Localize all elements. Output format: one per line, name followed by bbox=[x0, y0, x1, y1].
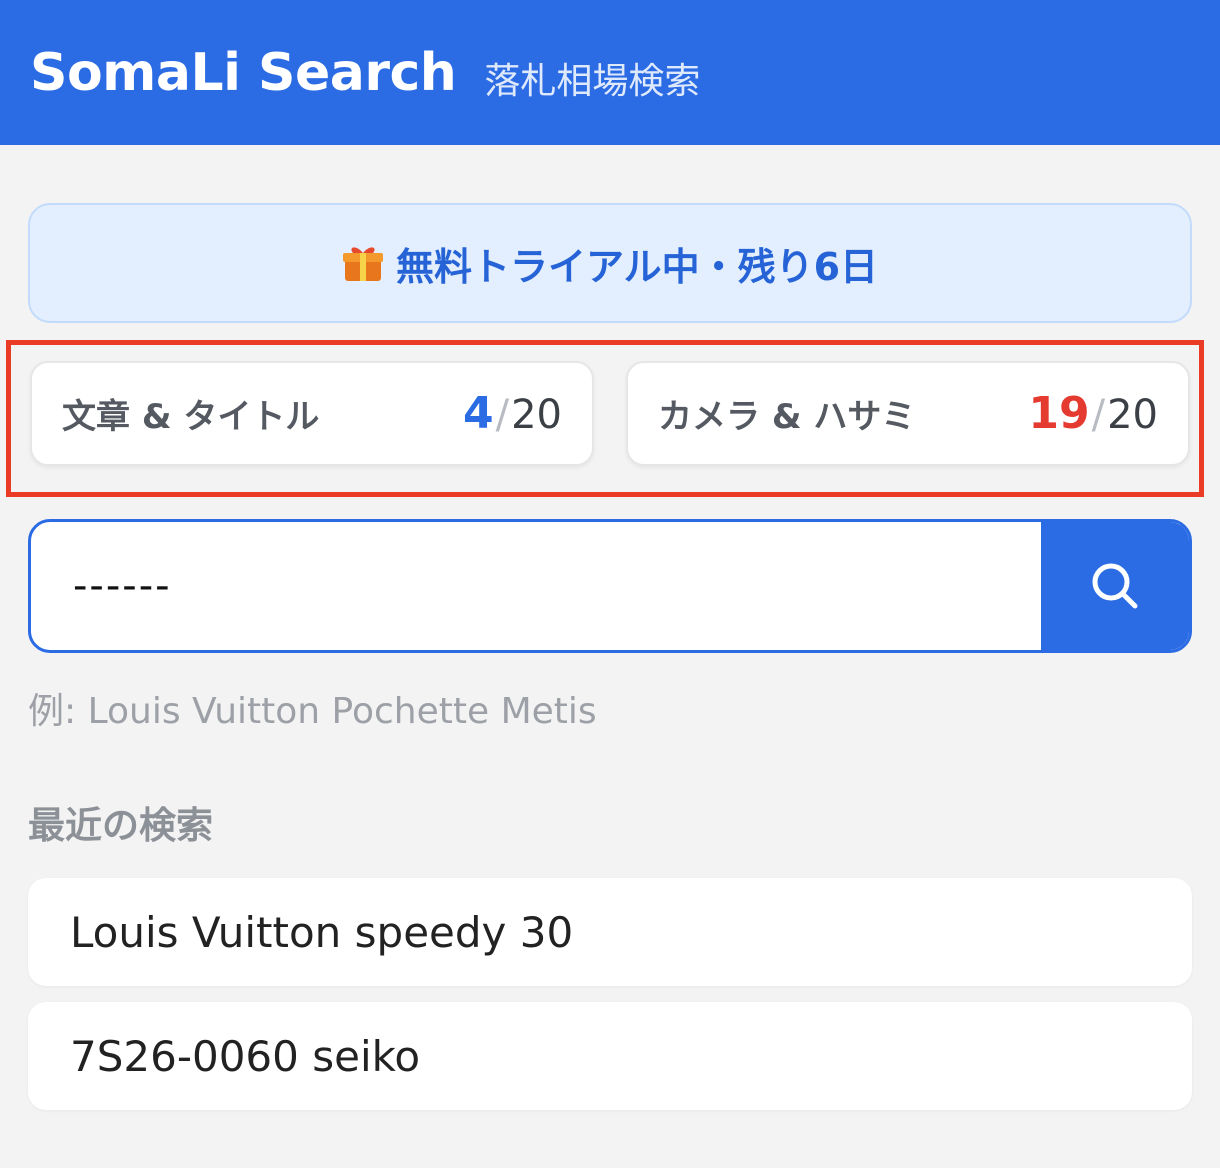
search-icon bbox=[1092, 563, 1138, 609]
app-title: SomaLi Search bbox=[30, 42, 457, 103]
app-header: SomaLi Search 落札相場検索 bbox=[0, 0, 1220, 145]
trial-status-text: 無料トライアル中・残り6日 bbox=[395, 244, 879, 289]
quota-count: 19 / 20 bbox=[1028, 388, 1158, 439]
app-subtitle: 落札相場検索 bbox=[484, 60, 701, 102]
quota-separator: / bbox=[495, 392, 510, 438]
quota-label: 文章 & タイトル bbox=[62, 397, 320, 437]
search-input[interactable] bbox=[31, 522, 1041, 650]
gift-icon bbox=[342, 247, 383, 281]
recent-search-item[interactable]: 7S26-0060 seiko bbox=[28, 1002, 1192, 1110]
search-bar bbox=[28, 519, 1192, 653]
quota-separator: / bbox=[1091, 392, 1106, 438]
quota-total: 20 bbox=[511, 392, 562, 438]
quota-total: 20 bbox=[1107, 392, 1158, 438]
search-button[interactable] bbox=[1041, 522, 1189, 650]
recent-search-item[interactable]: Louis Vuitton speedy 30 bbox=[28, 878, 1192, 986]
quota-used: 4 bbox=[462, 388, 494, 439]
recent-searches-title: 最近の検索 bbox=[28, 804, 213, 847]
trial-banner: 無料トライアル中・残り6日 bbox=[28, 203, 1192, 323]
quota-used: 19 bbox=[1028, 388, 1090, 439]
quota-card-camera-scissors[interactable]: カメラ & ハサミ 19 / 20 bbox=[626, 361, 1190, 466]
quota-card-text-title[interactable]: 文章 & タイトル 4 / 20 bbox=[30, 361, 594, 466]
search-hint: 例: Louis Vuitton Pochette Metis bbox=[28, 691, 597, 732]
quota-count: 4 / 20 bbox=[463, 388, 562, 439]
quota-label: カメラ & ハサミ bbox=[658, 397, 916, 437]
